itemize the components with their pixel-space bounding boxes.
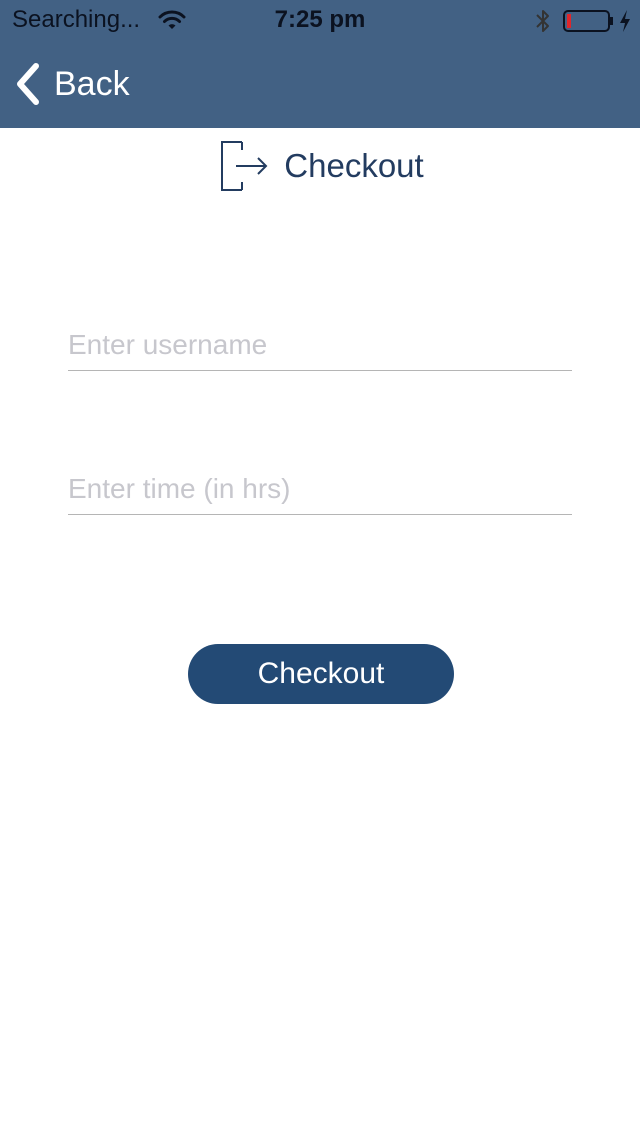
- username-field[interactable]: [68, 320, 572, 371]
- bluetooth-icon: [536, 10, 549, 32]
- header: Searching... 7:25 pm Back: [0, 0, 640, 128]
- battery-icon: [563, 10, 613, 32]
- title-row: Checkout: [0, 138, 640, 194]
- chevron-left-icon: [17, 63, 39, 105]
- back-button[interactable]: Back: [14, 60, 130, 108]
- charging-icon: [620, 10, 630, 32]
- back-label: Back: [54, 65, 130, 103]
- page-title: Checkout: [284, 147, 424, 184]
- time-field[interactable]: [68, 464, 572, 515]
- checkout-button[interactable]: Checkout: [188, 644, 454, 704]
- nav-bar: Back: [0, 40, 640, 128]
- status-bar: Searching... 7:25 pm: [0, 0, 640, 40]
- checkout-icon: [221, 141, 268, 191]
